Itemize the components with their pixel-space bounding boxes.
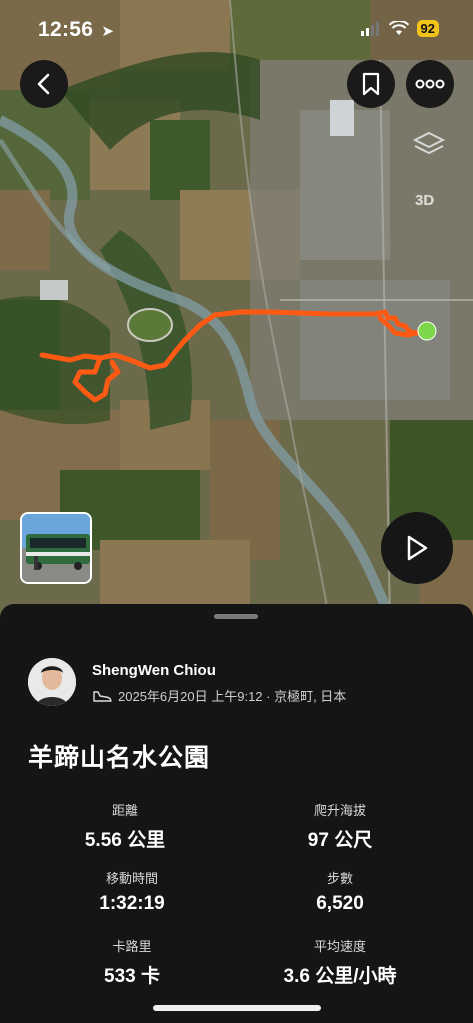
map-3d-toggle[interactable]: 3D — [415, 192, 434, 209]
wifi-icon — [388, 21, 409, 35]
stat-label: 卡路里 — [112, 939, 152, 954]
stat-value: 5.56 公里 — [84, 830, 166, 851]
home-indicator[interactable] — [153, 1005, 321, 1011]
status-icons: 92 — [360, 20, 439, 37]
location-arrow-icon: ➤ — [101, 23, 115, 40]
bookmark-button[interactable] — [347, 60, 395, 108]
activity-date-location: 2025年6月20日 上午9:12 · 京極町, 日本 — [118, 689, 347, 704]
stat-label: 步數 — [326, 871, 353, 886]
stat-label: 爬升海拔 — [313, 803, 366, 818]
stat-label: 平均速度 — [313, 939, 366, 954]
bus-photo-image — [22, 514, 90, 582]
sheet-grabber-handle[interactable] — [214, 614, 258, 619]
stat-value: 97 公尺 — [307, 830, 373, 851]
status-time: 12:56 ➤ — [38, 18, 114, 42]
bookmark-icon — [362, 72, 380, 96]
battery-indicator: 92 — [416, 20, 439, 37]
route-line — [39, 309, 428, 403]
stat-moving-time: 移動時間 1:32:19 — [32, 868, 232, 915]
stat-calories: 卡路里 533 卡 — [32, 936, 232, 988]
status-bar: 12:56 ➤ 92 — [0, 0, 473, 58]
stat-label: 移動時間 — [105, 871, 158, 886]
stat-value: 1:32:19 — [99, 893, 165, 914]
activity-details-sheet[interactable]: ShengWen Chiou 2025年6月20日 上午9:12 · 京極町, … — [0, 604, 473, 1023]
back-button[interactable] — [20, 60, 68, 108]
stat-value: 3.6 公里/小時 — [283, 966, 397, 987]
map-layers-icon[interactable] — [412, 130, 446, 165]
start-marker — [417, 321, 437, 341]
activity-title: 羊蹄山名水公園 — [28, 744, 211, 772]
stat-value: 533 卡 — [104, 966, 160, 987]
stat-value: 6,520 — [316, 893, 364, 914]
stat-elevation-gain: 爬升海拔 97 公尺 — [240, 800, 440, 852]
signal-icon — [360, 21, 379, 36]
more-dots-icon — [415, 79, 445, 89]
chevron-left-icon — [37, 73, 50, 95]
shoe-icon — [93, 690, 112, 702]
play-flyover-button[interactable] — [381, 512, 453, 584]
user-name[interactable]: ShengWen Chiou — [92, 662, 216, 679]
stat-average-speed: 平均速度 3.6 公里/小時 — [240, 936, 440, 988]
activity-meta: 2025年6月20日 上午9:12 · 京極町, 日本 — [92, 686, 346, 705]
avatar[interactable] — [28, 658, 76, 706]
stat-steps: 步數 6,520 — [240, 868, 440, 915]
play-icon — [407, 535, 428, 561]
stat-label: 距離 — [111, 803, 138, 818]
user-avatar-image — [28, 658, 76, 706]
clock: 12:56 — [38, 18, 94, 41]
more-options-button[interactable] — [406, 60, 454, 108]
stat-distance: 距離 5.56 公里 — [25, 800, 225, 852]
activity-photo-thumbnail[interactable] — [20, 512, 92, 584]
